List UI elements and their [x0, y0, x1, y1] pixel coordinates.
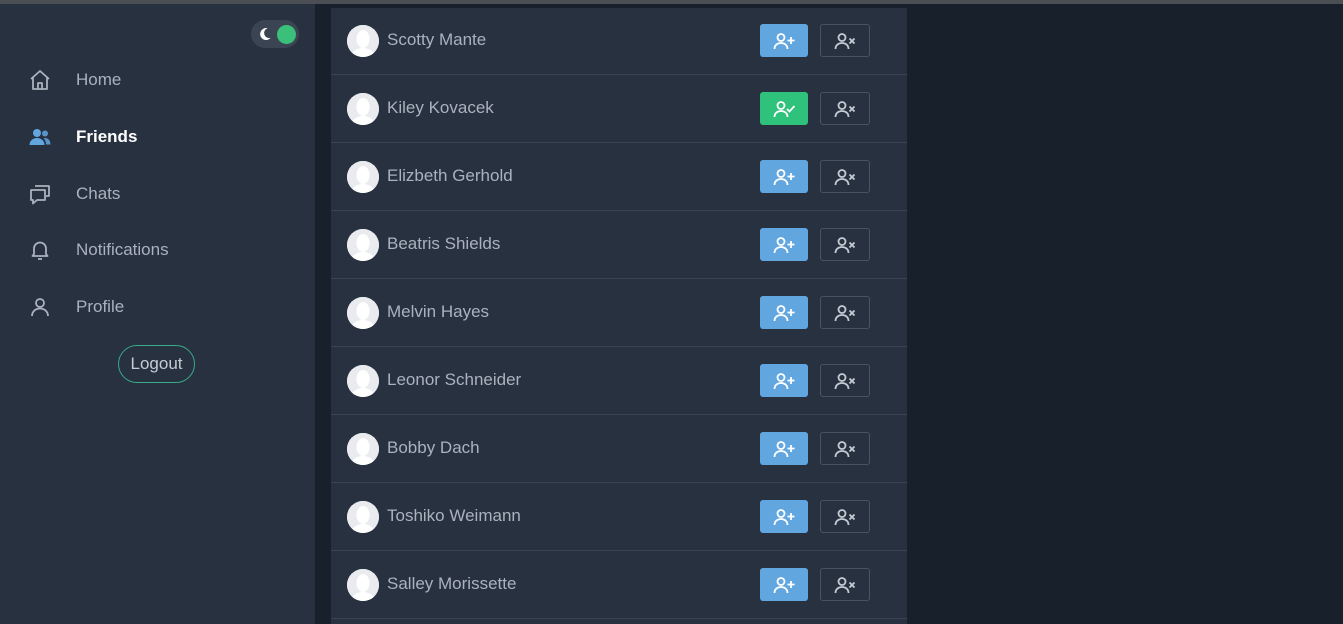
moon-icon [260, 28, 271, 41]
remove-friend-button[interactable] [820, 160, 870, 193]
sidebar-item-label: Friends [76, 127, 138, 146]
avatar[interactable] [347, 501, 379, 533]
user-x-icon [834, 440, 856, 458]
add-friend-button[interactable] [760, 296, 808, 329]
bell-icon [28, 238, 52, 262]
user-x-icon [834, 236, 856, 254]
user-x-icon [834, 32, 856, 50]
friend-row: Bobby Dach [331, 416, 907, 483]
remove-friend-button[interactable] [820, 432, 870, 465]
sidebar-item-label: Chats [76, 184, 121, 203]
avatar[interactable] [347, 433, 379, 465]
avatar[interactable] [347, 161, 379, 193]
friend-name[interactable]: Elizbeth Gerhold [387, 166, 513, 186]
friend-name[interactable]: Scotty Mante [387, 30, 486, 50]
sidebar-item-label: Profile [76, 297, 125, 316]
friends-list: Scotty Mante Kiley Kovacek Elizbeth Gerhol… [331, 8, 907, 624]
toggle-knob [277, 25, 296, 44]
remove-friend-button[interactable] [820, 500, 870, 533]
friend-row: Beatris Shields [331, 212, 907, 279]
user-plus-icon [773, 32, 795, 50]
friend-accepted-button[interactable] [760, 92, 808, 125]
friend-name[interactable]: Melvin Hayes [387, 302, 489, 322]
user-x-icon [834, 168, 856, 186]
avatar[interactable] [347, 569, 379, 601]
user-x-icon [834, 372, 856, 390]
add-friend-button[interactable] [760, 568, 808, 601]
remove-friend-button[interactable] [820, 24, 870, 57]
user-plus-icon [773, 508, 795, 526]
add-friend-button[interactable] [760, 500, 808, 533]
add-friend-button[interactable] [760, 160, 808, 193]
avatar[interactable] [347, 365, 379, 397]
users-icon [28, 125, 52, 149]
user-plus-icon [773, 304, 795, 322]
sidebar: Home Friends Chats Notifications Profile… [0, 4, 315, 624]
friend-name[interactable]: Beatris Shields [387, 234, 500, 254]
remove-friend-button[interactable] [820, 364, 870, 397]
sidebar-item-label: Home [76, 70, 122, 89]
home-icon [28, 68, 52, 92]
friend-row: Scotty Mante [331, 8, 907, 75]
friend-row: Leonor Schneider [331, 348, 907, 415]
friend-row: Elizbeth Gerhold [331, 144, 907, 211]
friend-name[interactable]: Salley Morissette [387, 574, 516, 594]
user-check-icon [773, 100, 795, 118]
user-plus-icon [773, 168, 795, 186]
add-friend-button[interactable] [760, 432, 808, 465]
friend-row: Melvin Hayes [331, 280, 907, 347]
user-icon [28, 295, 52, 319]
user-plus-icon [773, 440, 795, 458]
theme-toggle[interactable] [251, 20, 299, 48]
friend-name[interactable]: Bobby Dach [387, 438, 480, 458]
sidebar-item-notifications[interactable]: Notifications [28, 234, 288, 266]
add-friend-button[interactable] [760, 364, 808, 397]
remove-friend-button[interactable] [820, 568, 870, 601]
friend-name[interactable]: Leonor Schneider [387, 370, 521, 390]
user-x-icon [834, 576, 856, 594]
user-plus-icon [773, 576, 795, 594]
remove-friend-button[interactable] [820, 92, 870, 125]
remove-friend-button[interactable] [820, 228, 870, 261]
avatar[interactable] [347, 297, 379, 329]
friend-row: Kiley Kovacek [331, 76, 907, 143]
avatar[interactable] [347, 229, 379, 261]
sidebar-item-chats[interactable]: Chats [28, 178, 288, 210]
friend-row: Toshiko Weimann [331, 484, 907, 551]
friend-row: Salley Morissette [331, 552, 907, 619]
user-x-icon [834, 304, 856, 322]
friend-name[interactable]: Toshiko Weimann [387, 506, 521, 526]
logout-button[interactable]: Logout [118, 345, 195, 383]
chat-icon [28, 182, 52, 206]
user-x-icon [834, 508, 856, 526]
user-plus-icon [773, 236, 795, 254]
user-plus-icon [773, 372, 795, 390]
remove-friend-button[interactable] [820, 296, 870, 329]
user-x-icon [834, 100, 856, 118]
add-friend-button[interactable] [760, 24, 808, 57]
add-friend-button[interactable] [760, 228, 808, 261]
sidebar-item-friends[interactable]: Friends [28, 121, 288, 153]
avatar[interactable] [347, 93, 379, 125]
sidebar-item-home[interactable]: Home [28, 64, 288, 96]
sidebar-item-label: Notifications [76, 240, 169, 259]
avatar[interactable] [347, 25, 379, 57]
friend-name[interactable]: Kiley Kovacek [387, 98, 494, 118]
sidebar-item-profile[interactable]: Profile [28, 291, 288, 323]
